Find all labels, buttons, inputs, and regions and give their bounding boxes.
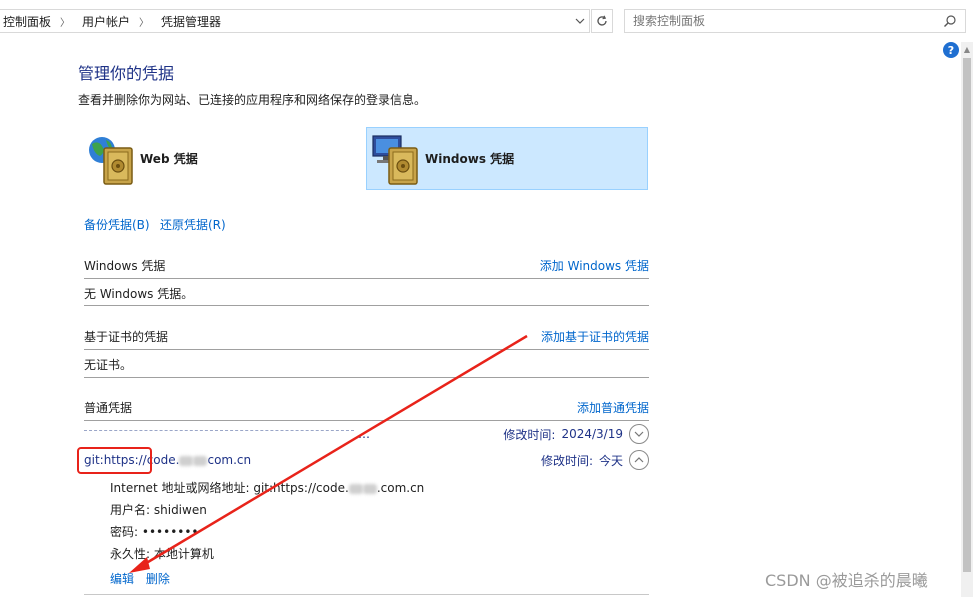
watermark: CSDN @被追杀的晨曦 — [765, 571, 928, 590]
annotation-arrow-head — [129, 557, 150, 573]
annotation-arrow-line — [137, 334, 528, 570]
annotation-overlay — [77, 334, 528, 573]
annotation-highlight-box — [77, 447, 152, 474]
